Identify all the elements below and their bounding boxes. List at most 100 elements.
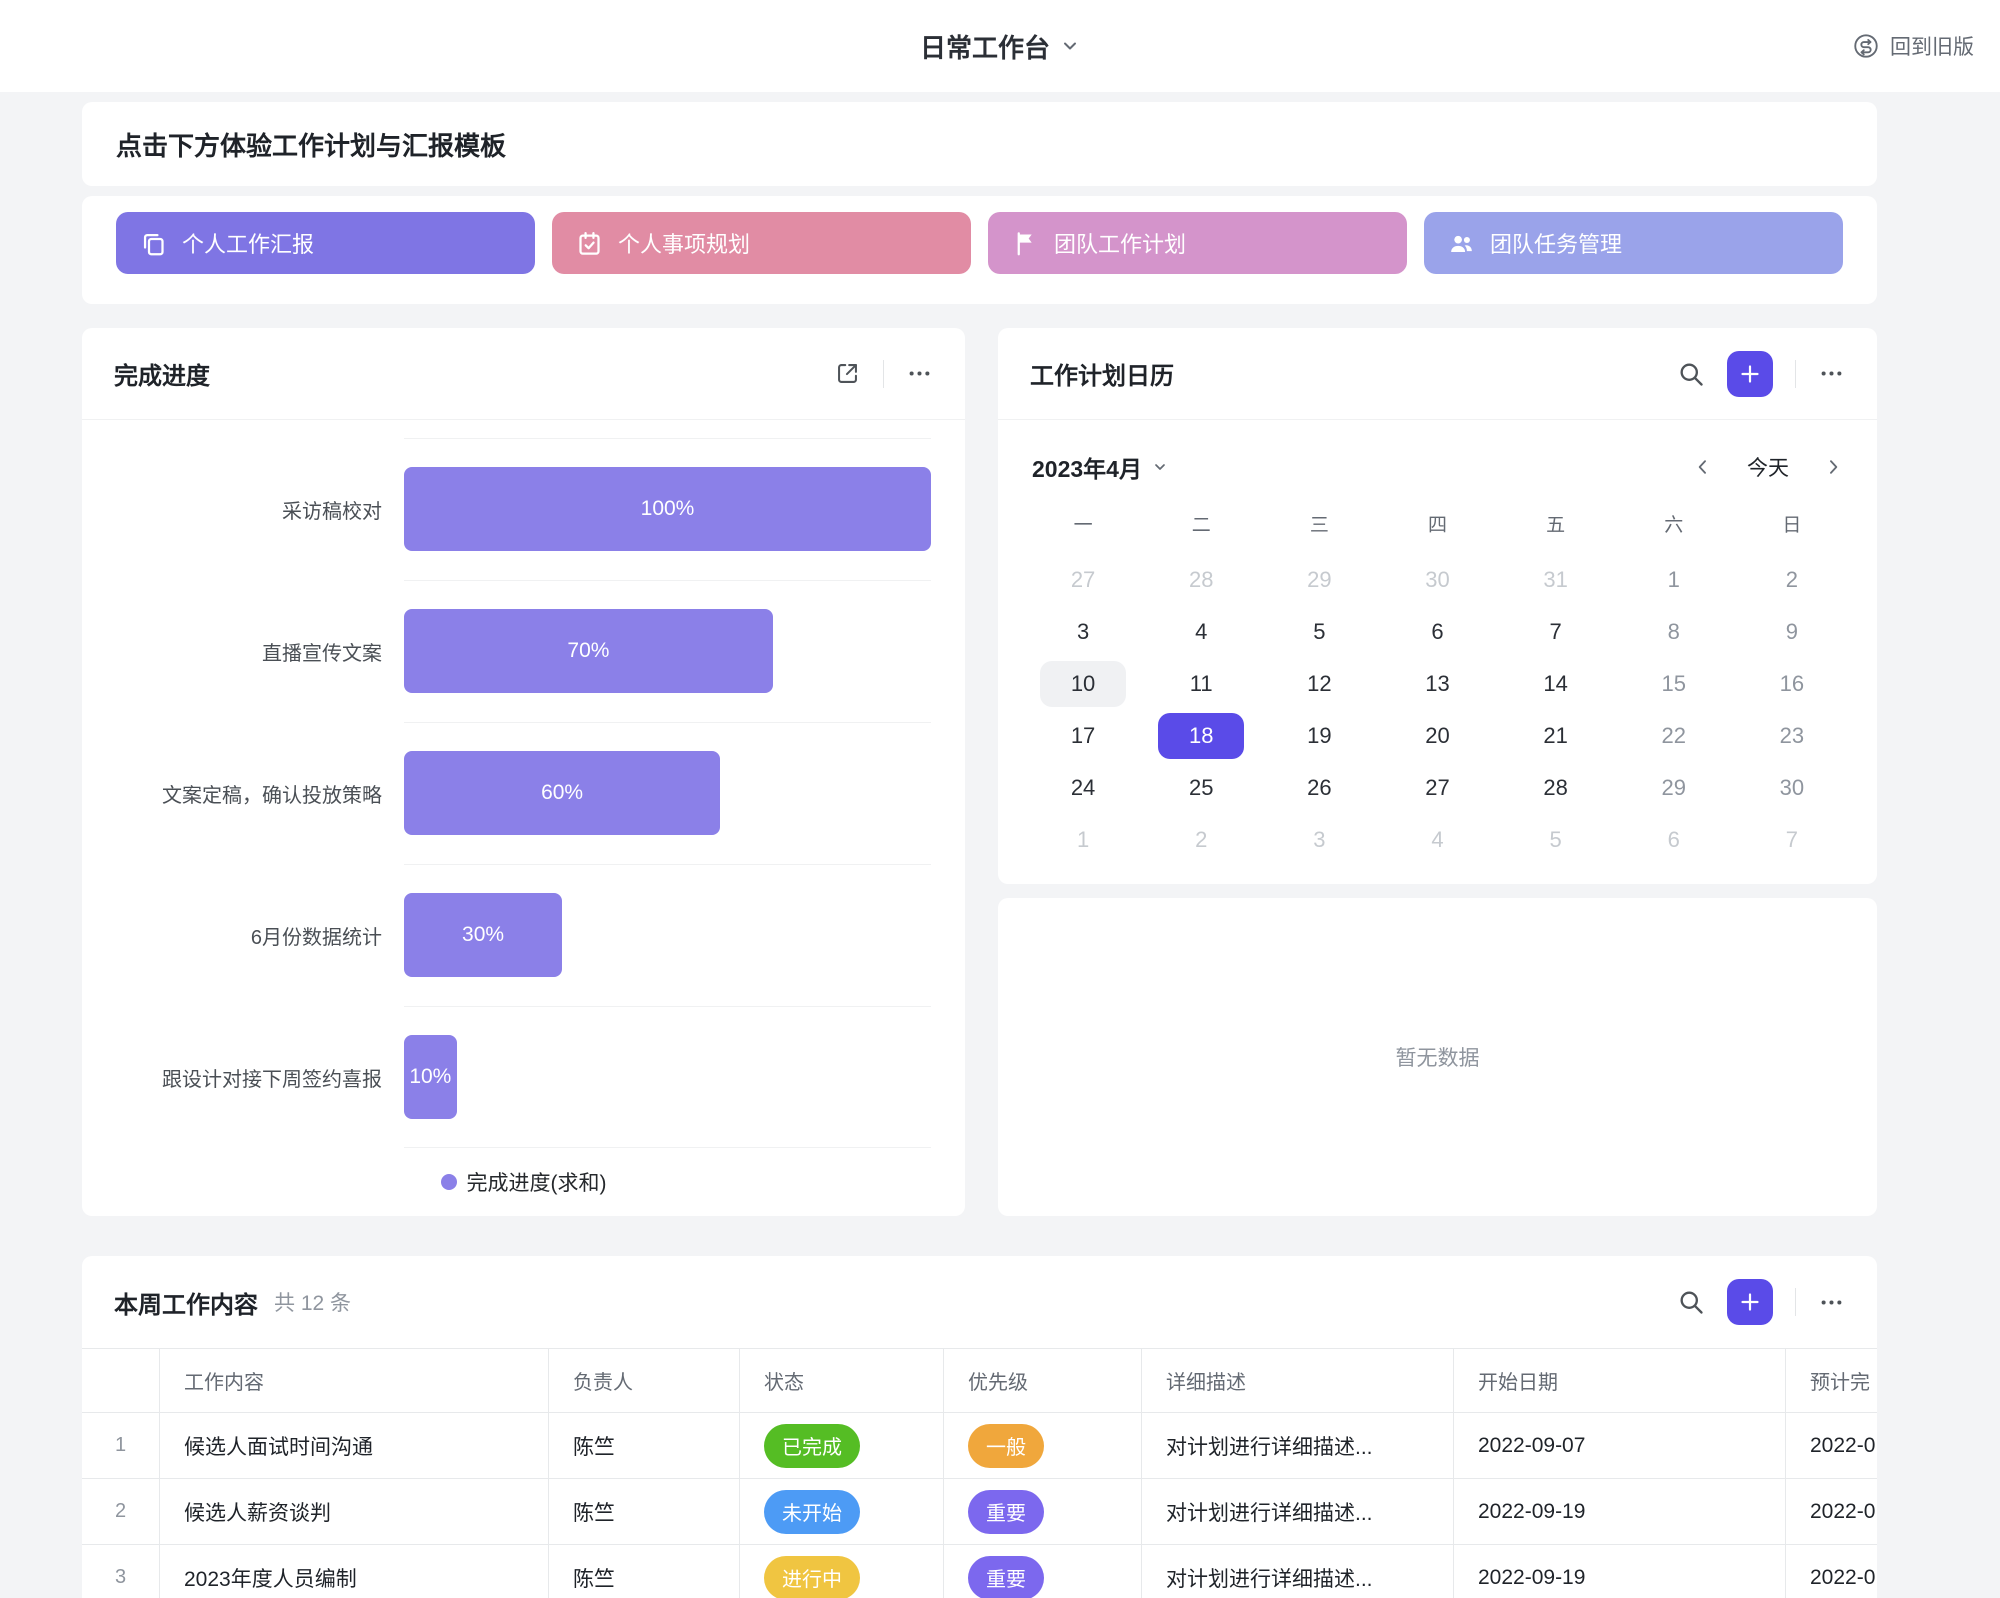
calendar-day[interactable]: 25 (1158, 765, 1244, 811)
calendar-day[interactable]: 20 (1394, 713, 1480, 759)
more-menu-icon[interactable] (1818, 360, 1845, 387)
calendar-day[interactable]: 9 (1749, 609, 1835, 655)
search-icon[interactable] (1677, 1288, 1705, 1316)
column-header[interactable]: 预计完 (1786, 1349, 1877, 1412)
table-row[interactable]: 1 候选人面试时间沟通 陈竺 已完成 一般 对计划进行详细描述... 2022-… (82, 1413, 1877, 1479)
calendar-day[interactable]: 11 (1158, 661, 1244, 707)
back-to-old-version-link[interactable]: 回到旧版 (1852, 0, 1974, 92)
main-content: 点击下方体验工作计划与汇报模板 个人工作汇报 个人事项规划 (82, 102, 1877, 1598)
task-cell: 候选人面试时间沟通 (160, 1413, 549, 1478)
template-button-team-tasks[interactable]: 团队任务管理 (1424, 212, 1843, 274)
calendar-day[interactable]: 7 (1513, 609, 1599, 655)
chart-row: 6月份数据统计 30% (82, 864, 965, 1006)
calendar-day[interactable]: 21 (1513, 713, 1599, 759)
calendar-day[interactable]: 15 (1631, 661, 1717, 707)
calendar-day-cell: 8 (1615, 606, 1733, 658)
calendar-day[interactable]: 24 (1040, 765, 1126, 811)
calendar-day-cell: 21 (1497, 710, 1615, 762)
calendar-day-cell: 24 (1024, 762, 1142, 814)
search-icon[interactable] (1677, 360, 1705, 388)
chart-category-label: 直播宣传文案 (82, 637, 404, 666)
calendar-day[interactable]: 28 (1513, 765, 1599, 811)
priority-badge: 重要 (968, 1556, 1044, 1598)
more-menu-icon[interactable] (1818, 1289, 1845, 1316)
calendar-weekday-row: 一 二 三 四 五 六 日 (1024, 500, 1851, 546)
calendar-day[interactable]: 4 (1158, 609, 1244, 655)
weekday-label: 一 (1074, 500, 1093, 546)
calendar-day[interactable]: 17 (1040, 713, 1126, 759)
calendar-day[interactable]: 6 (1631, 817, 1717, 863)
calendar-day[interactable]: 1 (1631, 557, 1717, 603)
flag-icon (1012, 230, 1039, 257)
add-record-button[interactable] (1727, 1279, 1773, 1325)
priority-cell: 一般 (944, 1413, 1142, 1478)
column-header[interactable]: 状态 (740, 1349, 944, 1412)
calendar-day[interactable]: 30 (1394, 557, 1480, 603)
calendar-day[interactable]: 26 (1276, 765, 1362, 811)
calendar-day-cell: 11 (1142, 658, 1260, 710)
next-month-icon[interactable] (1823, 457, 1843, 477)
owner-cell: 陈竺 (549, 1479, 740, 1544)
calendar-day[interactable]: 14 (1513, 661, 1599, 707)
description-cell: 对计划进行详细描述... (1142, 1479, 1454, 1544)
template-button-personal-plan[interactable]: 个人事项规划 (552, 212, 971, 274)
status-cell: 进行中 (740, 1545, 944, 1598)
template-button-personal-report[interactable]: 个人工作汇报 (116, 212, 535, 274)
calendar-day[interactable]: 1 (1040, 817, 1126, 863)
calendar-day[interactable]: 5 (1513, 817, 1599, 863)
calendar-day[interactable]: 23 (1749, 713, 1835, 759)
calendar-day[interactable]: 13 (1394, 661, 1480, 707)
due-date-cell: 2022-0 (1786, 1479, 1877, 1544)
workspace-title-dropdown[interactable]: 日常工作台 (920, 28, 1080, 65)
calendar-day-cell: 31 (1497, 554, 1615, 606)
calendar-day[interactable]: 7 (1749, 817, 1835, 863)
column-header[interactable]: 工作内容 (160, 1349, 549, 1412)
calendar-day[interactable]: 31 (1513, 557, 1599, 603)
calendar-day[interactable]: 5 (1276, 609, 1362, 655)
column-header[interactable]: 详细描述 (1142, 1349, 1454, 1412)
more-menu-icon[interactable] (906, 360, 933, 387)
calendar-day[interactable]: 2 (1749, 557, 1835, 603)
chart-row: 跟设计对接下周签约喜报 10% (82, 1006, 965, 1148)
calendar-day[interactable]: 27 (1394, 765, 1480, 811)
chart-row: 直播宣传文案 70% (82, 580, 965, 722)
weekday-label: 四 (1428, 500, 1447, 546)
column-header[interactable]: 开始日期 (1454, 1349, 1786, 1412)
template-button-team-plan[interactable]: 团队工作计划 (988, 212, 1407, 274)
calendar-day[interactable]: 19 (1276, 713, 1362, 759)
calendar-day-cell: 2 (1142, 814, 1260, 866)
today-button[interactable]: 今天 (1747, 452, 1789, 482)
weekday-label: 六 (1664, 500, 1683, 546)
status-cell: 已完成 (740, 1413, 944, 1478)
calendar-day[interactable]: 10 (1040, 661, 1126, 707)
calendar-day[interactable]: 12 (1276, 661, 1362, 707)
priority-cell: 重要 (944, 1545, 1142, 1598)
calendar-day[interactable]: 3 (1276, 817, 1362, 863)
calendar-day[interactable]: 27 (1040, 557, 1126, 603)
calendar-day[interactable]: 16 (1749, 661, 1835, 707)
calendar-day[interactable]: 2 (1158, 817, 1244, 863)
prev-month-icon[interactable] (1693, 457, 1713, 477)
calendar-day[interactable]: 8 (1631, 609, 1717, 655)
table-row[interactable]: 3 2023年度人员编制 陈竺 进行中 重要 对计划进行详细描述... 2022… (82, 1545, 1877, 1598)
column-header[interactable]: 优先级 (944, 1349, 1142, 1412)
calendar-day[interactable]: 3 (1040, 609, 1126, 655)
column-header[interactable]: 负责人 (549, 1349, 740, 1412)
calendar-day[interactable]: 30 (1749, 765, 1835, 811)
add-event-button[interactable] (1727, 351, 1773, 397)
row-number: 1 (82, 1413, 160, 1478)
table-row[interactable]: 2 候选人薪资谈判 陈竺 未开始 重要 对计划进行详细描述... 2022-09… (82, 1479, 1877, 1545)
chart-legend[interactable]: 完成进度(求和) (82, 1148, 965, 1216)
calendar-day[interactable]: 28 (1158, 557, 1244, 603)
priority-cell: 重要 (944, 1479, 1142, 1544)
calendar-day[interactable]: 22 (1631, 713, 1717, 759)
calendar-day[interactable]: 6 (1394, 609, 1480, 655)
open-external-icon[interactable] (834, 360, 861, 387)
month-selector[interactable]: 2023年4月 (1032, 450, 1168, 484)
calendar-day-cell: 28 (1142, 554, 1260, 606)
calendar-day[interactable]: 29 (1631, 765, 1717, 811)
calendar-day[interactable]: 4 (1394, 817, 1480, 863)
calendar-day-cell: 30 (1378, 554, 1496, 606)
calendar-day[interactable]: 29 (1276, 557, 1362, 603)
calendar-day[interactable]: 18 (1158, 713, 1244, 759)
